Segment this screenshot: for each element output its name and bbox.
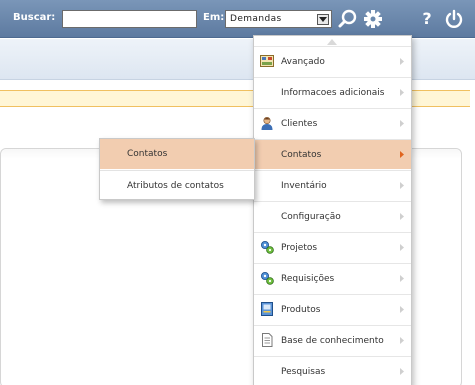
menu-item-requisicoes[interactable]: Requisições [254,263,411,293]
chevron-right-icon [400,89,404,96]
submenu-item-contatos[interactable]: Contatos [100,139,254,169]
dropdown-menu: Avançado Informacoes adicionais Clientes… [253,35,412,385]
chevron-right-icon [400,151,404,158]
menu-item-clientes[interactable]: Clientes [254,108,411,138]
document-icon [260,333,274,347]
dropdown-arrow-icon[interactable] [317,14,329,25]
gear-icon[interactable] [362,8,384,30]
chevron-right-icon [400,244,404,251]
top-search-bar: Buscar: Em: Demandas ? [0,0,475,38]
chevron-right-icon [400,275,404,282]
menu-item-label: Contatos [281,150,322,160]
client-icon [260,116,274,130]
help-icon[interactable]: ? [416,8,438,30]
scope-label: Em: [203,12,225,23]
submenu-item-label: Contatos [127,149,168,159]
chevron-right-icon [400,120,404,127]
menu-item-inventario[interactable]: Inventário [254,170,411,200]
search-icon[interactable] [337,8,359,30]
menu-item-produtos[interactable]: Produtos [254,294,411,324]
submenu-contatos: Contatos Atributos de contatos [99,138,255,200]
menu-item-label: Informacoes adicionais [281,88,385,98]
menu-item-label: Base de conhecimento [281,336,384,346]
chevron-right-icon [400,337,404,344]
search-input[interactable] [62,10,197,28]
menu-item-label: Clientes [281,119,318,129]
menu-item-label: Avançado [281,57,325,67]
menu-item-label: Projetos [281,243,318,253]
menu-item-configuracao[interactable]: Configuração [254,201,411,231]
advanced-icon [260,54,274,68]
submenu-item-atributos-de-contatos[interactable]: Atributos de contatos [100,171,254,201]
menu-item-label: Pesquisas [281,367,326,377]
chevron-right-icon [400,213,404,220]
power-icon[interactable] [443,8,465,30]
submenu-item-label: Atributos de contatos [127,181,224,191]
menu-item-base-de-conhecimento[interactable]: Base de conhecimento [254,325,411,355]
menu-item-label: Configuração [281,212,341,222]
menu-item-avancado[interactable]: Avançado [254,46,411,76]
chevron-right-icon [400,58,404,65]
menu-item-informacoes-adicionais[interactable]: Informacoes adicionais [254,77,411,107]
menu-item-contatos[interactable]: Contatos [254,139,411,169]
search-label: Buscar: [13,12,56,23]
chevron-right-icon [400,306,404,313]
gears-icon [260,271,274,285]
chevron-right-icon [400,182,404,189]
menu-item-label: Produtos [281,305,321,315]
gears-icon [260,240,274,254]
scope-select[interactable]: Demandas [225,10,332,28]
scope-select-value: Demandas [230,14,282,24]
menu-item-pesquisas[interactable]: Pesquisas [254,356,411,385]
menu-item-projetos[interactable]: Projetos [254,232,411,262]
product-icon [260,302,274,316]
menu-item-label: Inventário [281,181,327,191]
menu-item-label: Requisições [281,274,335,284]
chevron-right-icon [400,368,404,375]
scroll-up-icon[interactable] [327,39,337,45]
